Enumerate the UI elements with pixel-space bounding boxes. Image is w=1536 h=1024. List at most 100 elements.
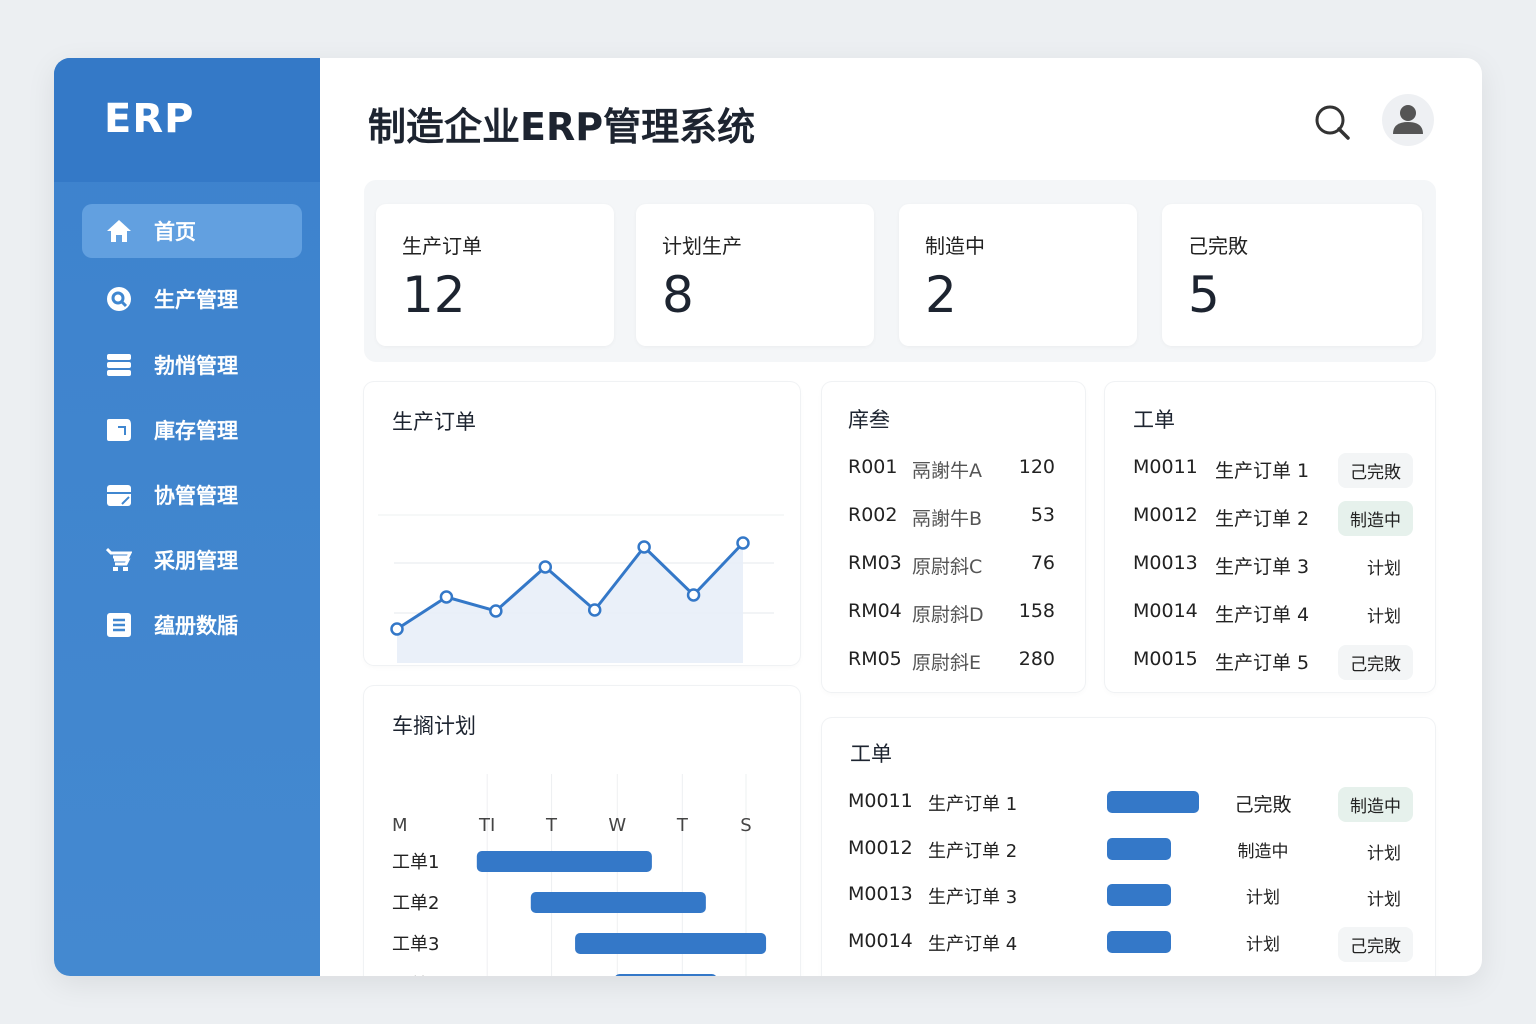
progress-bar — [1107, 837, 1172, 860]
stat-card-completed: 己完敗 5 — [1162, 204, 1422, 346]
sidebar-item-materials[interactable]: 勃悄管理 — [82, 338, 302, 392]
status-badge: 制造中 — [1338, 501, 1413, 536]
status-badge: 己完敗 — [1338, 926, 1413, 962]
inventory-row[interactable]: RM05 原尉斜E 280 — [822, 648, 1085, 678]
box-icon — [106, 417, 132, 443]
task-label: 工单2 — [392, 893, 439, 914]
order-name: 生产订单 4 — [928, 933, 1018, 955]
order-code: M0013 — [1133, 552, 1198, 574]
sidebar-item-label: 勃悄管理 — [154, 354, 238, 378]
progress-bar — [1107, 791, 1199, 813]
inventory-row[interactable]: RM03 原尉斜C 76 — [822, 552, 1085, 582]
x-tick-label: TI — [478, 815, 495, 836]
home-icon — [106, 218, 132, 244]
panel-title: 工单 — [1133, 408, 1175, 432]
sidebar-item-label: 协管管理 — [154, 484, 238, 508]
stat-value: 8 — [662, 266, 694, 324]
workorder-row[interactable]: M0012 生产订单 2 制造中 — [1105, 501, 1435, 536]
search-icon — [1315, 105, 1350, 140]
logo-area: ERP — [54, 58, 320, 182]
sidebar-item-production[interactable]: 生产管理 — [82, 272, 302, 326]
status-badge: 计划 — [1367, 607, 1401, 627]
stats-bar: 生产订单 12 计划生产 8 制造中 2 己完敗 5 — [364, 180, 1436, 362]
item-code: RM04 — [848, 600, 902, 622]
progress-bar — [1107, 930, 1172, 953]
data-point — [587, 603, 602, 617]
x-tick-label: T — [545, 815, 558, 836]
task-bar — [476, 851, 652, 872]
data-point — [439, 590, 454, 604]
search-button[interactable] — [1312, 102, 1352, 142]
task-bar — [575, 933, 767, 954]
x-tick-label: T — [676, 815, 689, 836]
status-badge: 制造中 — [1338, 787, 1413, 822]
item-code: RM05 — [848, 648, 902, 670]
status-text: 计划 — [1246, 888, 1280, 908]
search-circle-icon — [106, 286, 132, 312]
panel-title: 工单 — [850, 742, 892, 766]
item-quantity: 158 — [1018, 600, 1055, 622]
item-code: RM03 — [848, 552, 902, 574]
workorder-row[interactable]: M0011 生产订单 1 己完敗 — [1105, 453, 1435, 488]
workorder-row[interactable]: M0015 生产订单 5 己完敗 — [1105, 645, 1435, 680]
stat-value: 5 — [1188, 266, 1220, 324]
workorder-progress-row[interactable]: M0013 生产订单 3 计划 计划 — [822, 883, 1435, 913]
sidebar-item-home[interactable]: 首页 — [82, 204, 302, 258]
item-name: 原尉斜D — [912, 604, 984, 626]
card-icon — [106, 482, 132, 508]
item-quantity: 53 — [1030, 504, 1055, 526]
item-name: 原尉斜E — [912, 652, 982, 674]
item-name: 原尉斜C — [912, 556, 983, 578]
list-icon — [106, 352, 132, 378]
logo: ERP — [104, 96, 195, 142]
stat-value: 2 — [925, 266, 957, 324]
task-bar — [530, 892, 706, 913]
order-name: 生产订单 4 — [1215, 604, 1310, 626]
status-badge: 己完敗 — [1338, 453, 1413, 488]
order-name: 生产订单 2 — [1215, 508, 1310, 530]
order-code: M0014 — [1133, 600, 1198, 622]
sidebar-item-label: 生产管理 — [154, 288, 238, 312]
stat-card-planned: 计划生产 8 — [636, 204, 874, 346]
sidebar-item-basic-data[interactable]: 蕴册数牐 — [82, 598, 302, 652]
sidebar-item-inventory[interactable]: 庫存管理 — [82, 403, 302, 457]
workorder-row[interactable]: M0014 生产订单 4 计划 — [1105, 600, 1435, 630]
workorder-progress-row[interactable]: M0012 生产订单 2 制造中 计划 — [822, 837, 1435, 867]
status-badge: 计划 — [1367, 843, 1401, 864]
item-quantity: 76 — [1030, 552, 1055, 574]
stat-label: 计划生产 — [662, 234, 742, 258]
order-code: M0013 — [848, 883, 913, 905]
sidebar-item-purchasing[interactable]: 采朋管理 — [82, 533, 302, 587]
order-code: M0012 — [1133, 504, 1198, 526]
status-text: 制造中 — [1237, 841, 1289, 862]
order-code: M0011 — [1133, 456, 1198, 478]
avatar[interactable] — [1382, 94, 1434, 146]
status-text: 己完敗 — [1234, 794, 1292, 816]
x-tick-label: W — [608, 815, 626, 836]
data-point — [489, 604, 503, 618]
x-tick-label: M — [392, 815, 408, 836]
order-code: M0015 — [1133, 648, 1198, 670]
item-name: 鬲謝牛A — [912, 460, 982, 482]
inventory-row[interactable]: RM04 原尉斜D 158 — [822, 600, 1085, 630]
sidebar: ERP 首页 生产管理 勃悄管理 庫存管理 协管管理 采朋管理 蕴册数牐 — [54, 58, 320, 976]
workorder-progress-row[interactable]: M0011 生产订单 1 己完敗 制造中 — [822, 787, 1435, 822]
gantt-chart: M TI T W T S 工单1 工单2 工单3 工单4 — [392, 774, 767, 976]
inventory-row[interactable]: R001 鬲謝牛A 120 — [822, 456, 1085, 486]
workorder-row[interactable]: M0013 生产订单 3 计划 — [1105, 552, 1435, 582]
order-code: M0014 — [848, 929, 913, 952]
task-label: 工单1 — [392, 852, 439, 873]
page-title: 制造企业ERP管理系统 — [368, 105, 756, 149]
sidebar-item-label: 庫存管理 — [154, 419, 238, 443]
sidebar-item-sales[interactable]: 协管管理 — [82, 468, 302, 522]
inventory-row[interactable]: R002 鬲謝牛B 53 — [822, 504, 1085, 534]
status-badge: 计划 — [1367, 559, 1401, 579]
line-chart: MTJWThFS — [378, 514, 784, 663]
order-name: 生产订单 3 — [1215, 556, 1310, 578]
order-name: 生产订单 2 — [928, 840, 1018, 862]
workorder-progress-row[interactable]: M0014 生产订单 4 计划 己完敗 — [822, 926, 1435, 962]
data-point — [538, 560, 553, 574]
item-code: R001 — [848, 456, 898, 478]
order-code: M0012 — [848, 836, 913, 859]
app-window: ERP 首页 生产管理 勃悄管理 庫存管理 协管管理 采朋管理 蕴册数牐 制造企… — [54, 58, 1482, 976]
